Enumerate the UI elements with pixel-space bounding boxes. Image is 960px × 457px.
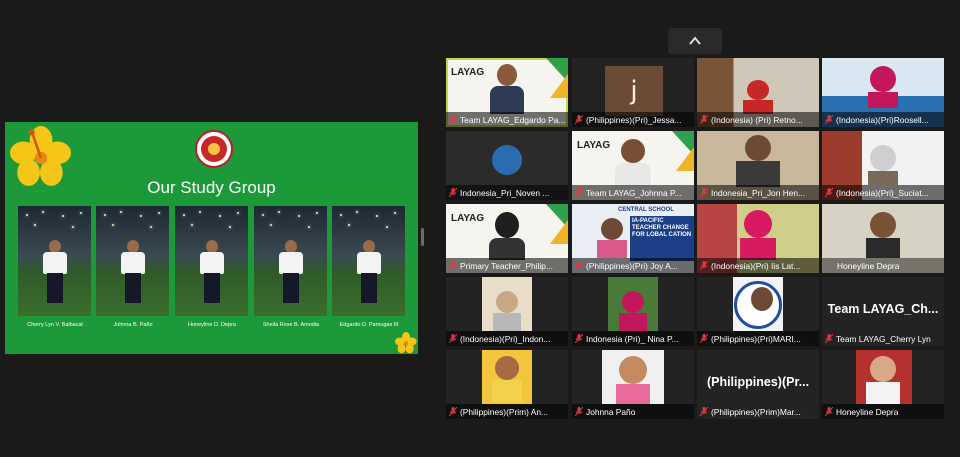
participant-name: Indonesia_Pri_Noven ... (460, 187, 550, 198)
decorative-triangles (546, 204, 568, 244)
scroll-up-button[interactable] (668, 28, 722, 54)
mic-muted-icon (449, 188, 457, 197)
participant-tile[interactable]: j (Philippines)(Pri)_Jessa... (572, 58, 694, 127)
svg-text:LAYAG: LAYAG (577, 140, 610, 151)
participant-name: Primary Teacher_Philip... (460, 260, 553, 271)
participant-name: (Indonesia) (Pri) Retno... (711, 114, 803, 125)
participant-tile[interactable]: Team LAYAG_Ch... Team LAYAG_Cherry Lyn (822, 277, 944, 346)
mic-muted-icon (825, 115, 833, 124)
participant-tile[interactable]: (Indonesia)(Pri) Iis Lat... (697, 204, 819, 273)
mic-muted-icon (575, 188, 583, 197)
participant-name-placeholder: (Philippines)(Pr... (706, 375, 810, 389)
participant-tile[interactable]: Indonesia (Pri)_ Nina P... (572, 277, 694, 346)
member-photo (96, 206, 169, 316)
participant-name: (Indonesia)(Pri)_Suciat... (836, 187, 929, 198)
member-photo (18, 206, 91, 316)
mic-muted-icon (700, 261, 708, 270)
participant-name: Honeyline Depra (837, 260, 900, 271)
participant-avatar-initial: j (605, 66, 663, 116)
mic-muted-icon (700, 115, 708, 124)
mic-muted-icon (449, 334, 457, 343)
participant-tile[interactable]: Honeyline Depra (822, 204, 944, 273)
participant-name: Team LAYAG_Johnna P... (586, 187, 682, 198)
participant-name: Indonesia_Pri_Jon Hen... (711, 187, 806, 198)
participant-name: (Indonesia)(Pri)_Indon... (460, 333, 551, 344)
participant-name: (Philippines)(Prim)Mar... (711, 406, 801, 417)
svg-text:LAYAG: LAYAG (451, 213, 484, 224)
member-name: Honeyline D. Depra (188, 322, 236, 328)
participant-tile[interactable]: LAYAG Team LAYAG_Edgardo Pa... (446, 58, 568, 127)
split-resize-handle[interactable] (421, 228, 424, 246)
mic-muted-icon (575, 261, 583, 270)
mic-muted-icon (449, 407, 457, 416)
participant-name: (Philippines)(Pri)MARI... (711, 333, 801, 344)
mic-muted-icon (700, 188, 708, 197)
mic-muted-icon (449, 261, 457, 270)
chevron-up-icon (689, 36, 701, 45)
participant-tile[interactable]: (Philippines)(Prim) An... (446, 350, 568, 419)
participant-tile[interactable]: Indonesia_Pri_Jon Hen... (697, 131, 819, 200)
slide-title: Our Study Group (147, 178, 276, 197)
participant-tile[interactable]: (Philippines)(Pr... (Philippines)(Prim)M… (697, 350, 819, 419)
mic-muted-icon (825, 407, 833, 416)
participant-name: Indonesia (Pri)_ Nina P... (586, 333, 679, 344)
participant-tile[interactable]: (Philippines)(Pri)MARI... (697, 277, 819, 346)
mic-muted-icon (700, 407, 708, 416)
shared-screen-slide: Our Study Group Cherry Lyn V. Balbacal J… (5, 122, 418, 354)
mic-muted-icon (575, 115, 583, 124)
decorative-triangles (672, 131, 694, 171)
mic-muted-icon (700, 334, 708, 343)
participant-tile[interactable]: Johnna Paño (572, 350, 694, 419)
layag-logo: LAYAG (451, 67, 484, 78)
participant-tile[interactable]: IA-PACIFIC TEACHER CHANGE FOR LOBAL CATI… (572, 204, 694, 273)
mic-muted-icon (575, 334, 583, 343)
member-name: Edgardo D. Pamugas III (339, 322, 399, 328)
layag-logo: LAYAG (577, 140, 610, 151)
school-seal-logo (195, 130, 233, 168)
participant-name: Johnna Paño (586, 406, 636, 417)
participant-name: Honeyline Depra (836, 406, 899, 417)
participant-name: (Indonesia)(Pri) Iis Lat... (711, 260, 801, 271)
participant-name-placeholder: Team LAYAG_Ch... (827, 302, 939, 316)
event-banner-text: IA-PACIFIC TEACHER CHANGE FOR LOBAL CATI… (630, 216, 694, 261)
mic-muted-icon (449, 115, 457, 124)
member-name: Sheila Rose B. Amodia (262, 322, 320, 328)
participant-tile[interactable]: (Indonesia)(Pri)Roosell... (822, 58, 944, 127)
participant-tile[interactable]: Indonesia_Pri_Noven ... (446, 131, 568, 200)
participant-name: (Philippines)(Prim) An... (460, 406, 548, 417)
participant-tile[interactable]: LAYAG Primary Teacher_Philip... (446, 204, 568, 273)
participant-name: (Philippines)(Pri)_Jessa... (586, 114, 682, 125)
member-photo (254, 206, 327, 316)
mic-muted-icon (825, 334, 833, 343)
participant-name: Team LAYAG_Edgardo Pa... (460, 114, 566, 125)
layag-logo: LAYAG (451, 213, 484, 224)
member-name: Johnna B. Paño (113, 322, 153, 328)
participant-tile[interactable]: (Indonesia)(Pri)_Indon... (446, 277, 568, 346)
participant-tile[interactable]: (Indonesia)(Pri)_Suciat... (822, 131, 944, 200)
member-photo (332, 206, 405, 316)
decorative-triangles (546, 58, 568, 98)
mic-muted-icon (575, 407, 583, 416)
central-school-banner: CENTRAL SCHOOL (618, 207, 674, 213)
svg-text:LAYAG: LAYAG (451, 67, 484, 78)
mic-muted-icon (825, 188, 833, 197)
participant-name: Team LAYAG_Cherry Lyn (836, 333, 931, 344)
participant-tile[interactable]: LAYAG Team LAYAG_Johnna P... (572, 131, 694, 200)
participant-name: (Indonesia)(Pri)Roosell... (836, 114, 929, 125)
member-name: Cherry Lyn V. Balbacal (27, 322, 83, 328)
hibiscus-flower-icon (395, 332, 417, 354)
participant-tile[interactable]: (Indonesia) (Pri) Retno... (697, 58, 819, 127)
member-photo (175, 206, 248, 316)
participant-tile[interactable]: Honeyline Depra (822, 350, 944, 419)
participant-name: (Philippines)(Pri) Joy A... (586, 260, 678, 271)
